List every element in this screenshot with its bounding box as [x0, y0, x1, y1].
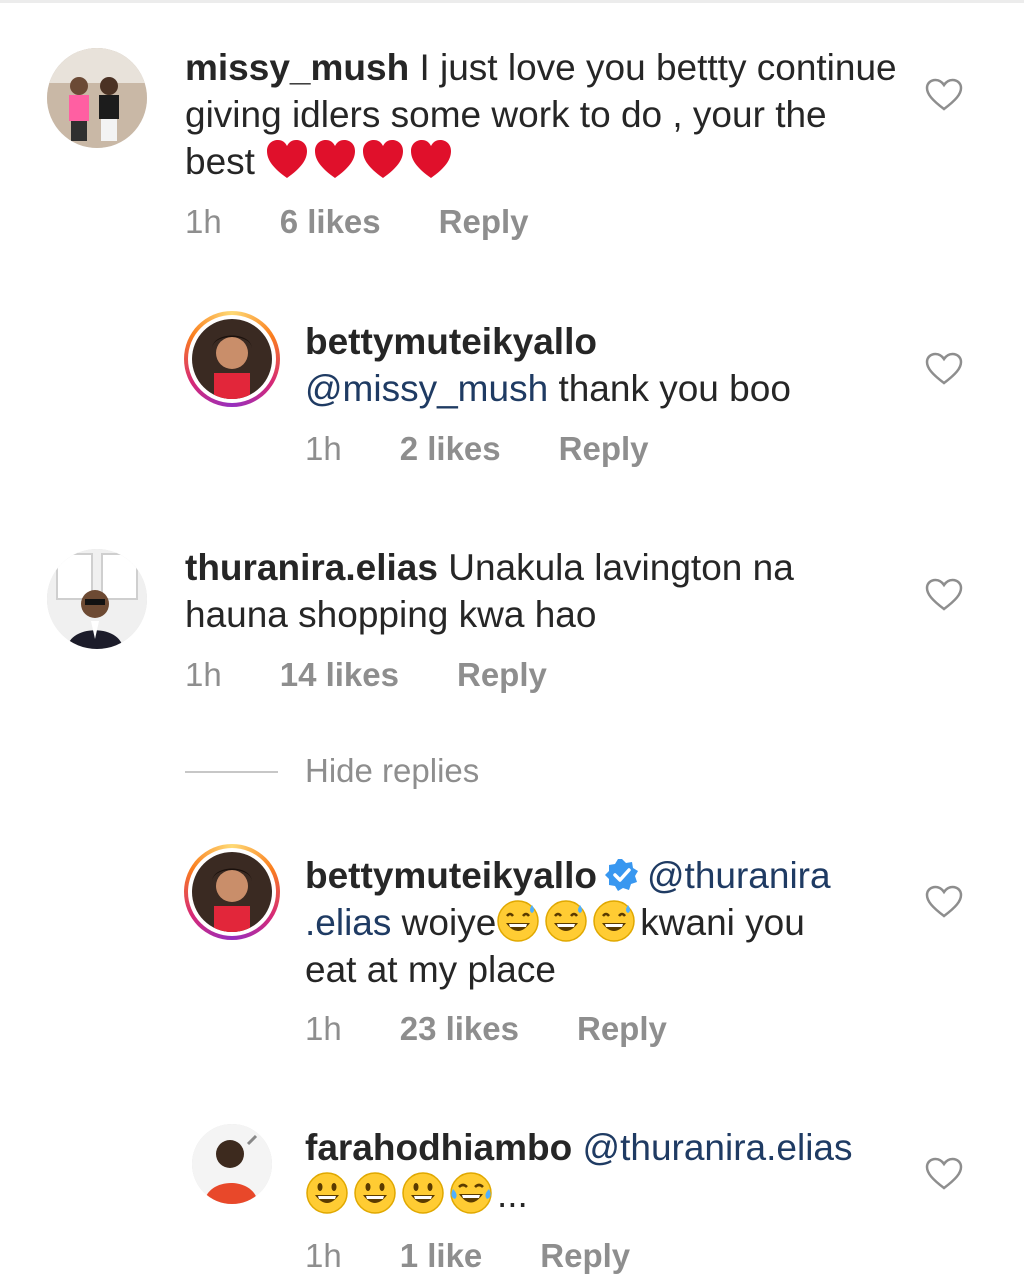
reply-button[interactable]: Reply	[559, 430, 649, 468]
username[interactable]: thuranira.elias	[185, 547, 438, 588]
avatar[interactable]	[47, 549, 147, 649]
sweat-smile-emoji	[592, 899, 636, 943]
reply-button[interactable]: Reply	[457, 656, 547, 694]
username[interactable]: farahodhiambo	[305, 1127, 572, 1168]
likes-count[interactable]: 1 like	[400, 1237, 483, 1275]
avatar-story-ring[interactable]	[184, 311, 280, 407]
heart-outline-icon[interactable]	[925, 1157, 963, 1191]
comment-text: bettymuteikyallo @thuranira .elias woiye k…	[305, 852, 905, 993]
avatar	[192, 319, 272, 399]
username[interactable]: missy_mush	[185, 47, 409, 88]
heart-outline-icon[interactable]	[925, 578, 963, 612]
red-heart-emoji	[313, 138, 357, 182]
likes-count[interactable]: 6 likes	[280, 203, 381, 241]
username[interactable]: bettymuteikyallo	[305, 321, 597, 362]
sweat-smile-emoji	[544, 899, 588, 943]
likes-count[interactable]: 14 likes	[280, 656, 399, 694]
red-heart-emoji	[361, 138, 405, 182]
heart-outline-icon[interactable]	[925, 885, 963, 919]
heart-outline-icon[interactable]	[925, 78, 963, 112]
comment-meta: 1h 14 likes Reply	[185, 656, 547, 694]
grin-emoji	[353, 1171, 397, 1215]
mention-link-continued[interactable]: .elias	[305, 902, 391, 943]
reply-button[interactable]: Reply	[540, 1237, 630, 1275]
comment-meta: 1h 2 likes Reply	[305, 430, 649, 468]
comment-meta: 1h 23 likes Reply	[305, 1010, 667, 1048]
avatar-story-ring[interactable]	[184, 844, 280, 940]
top-divider	[0, 0, 1024, 3]
username[interactable]: bettymuteikyallo	[305, 855, 597, 896]
timestamp: 1h	[185, 203, 222, 240]
reply-button[interactable]: Reply	[439, 203, 529, 241]
reply-button[interactable]: Reply	[577, 1010, 667, 1048]
avatar[interactable]	[192, 1124, 272, 1204]
timestamp: 1h	[185, 656, 222, 693]
mention-link[interactable]: @thuranira	[647, 855, 831, 896]
likes-count[interactable]: 23 likes	[400, 1010, 519, 1048]
likes-count[interactable]: 2 likes	[400, 430, 501, 468]
mention-link[interactable]: @thuranira.elias	[583, 1127, 853, 1168]
comment-text: missy_mush I just love you bettty contin…	[185, 44, 905, 185]
timestamp: 1h	[305, 1010, 342, 1047]
red-heart-emoji	[409, 138, 453, 182]
comment-meta: 1h 1 like Reply	[305, 1237, 630, 1275]
grin-emoji	[401, 1171, 445, 1215]
heart-outline-icon[interactable]	[925, 352, 963, 386]
comment-text: bettymuteikyallo @missy_mush thank you b…	[305, 318, 905, 412]
comment-text: farahodhiambo @thuranira.elias ...	[305, 1124, 905, 1218]
verified-badge-icon	[604, 858, 639, 892]
grin-emoji	[305, 1171, 349, 1215]
timestamp: 1h	[305, 430, 342, 467]
sweat-smile-emoji	[496, 899, 540, 943]
tears-of-joy-emoji	[449, 1171, 493, 1215]
avatar	[192, 852, 272, 932]
hide-replies-label[interactable]: Hide replies	[305, 752, 479, 790]
comment-body: woiye	[401, 902, 497, 943]
comment-body-end: eat at my place	[305, 949, 556, 990]
comment-meta: 1h 6 likes Reply	[185, 203, 529, 241]
comment-body-continued: kwani you	[640, 902, 805, 943]
comment-body: ...	[497, 1174, 528, 1215]
timestamp: 1h	[305, 1237, 342, 1274]
comment-text: thuranira.elias Unakula lavington na hau…	[185, 544, 905, 638]
hide-replies-toggle[interactable]: Hide replies	[185, 752, 585, 792]
mention-link[interactable]: @missy_mush	[305, 368, 548, 409]
avatar[interactable]	[47, 48, 147, 148]
comment-body: thank you boo	[558, 368, 791, 409]
red-heart-emoji	[265, 138, 309, 182]
divider-line	[185, 771, 278, 773]
